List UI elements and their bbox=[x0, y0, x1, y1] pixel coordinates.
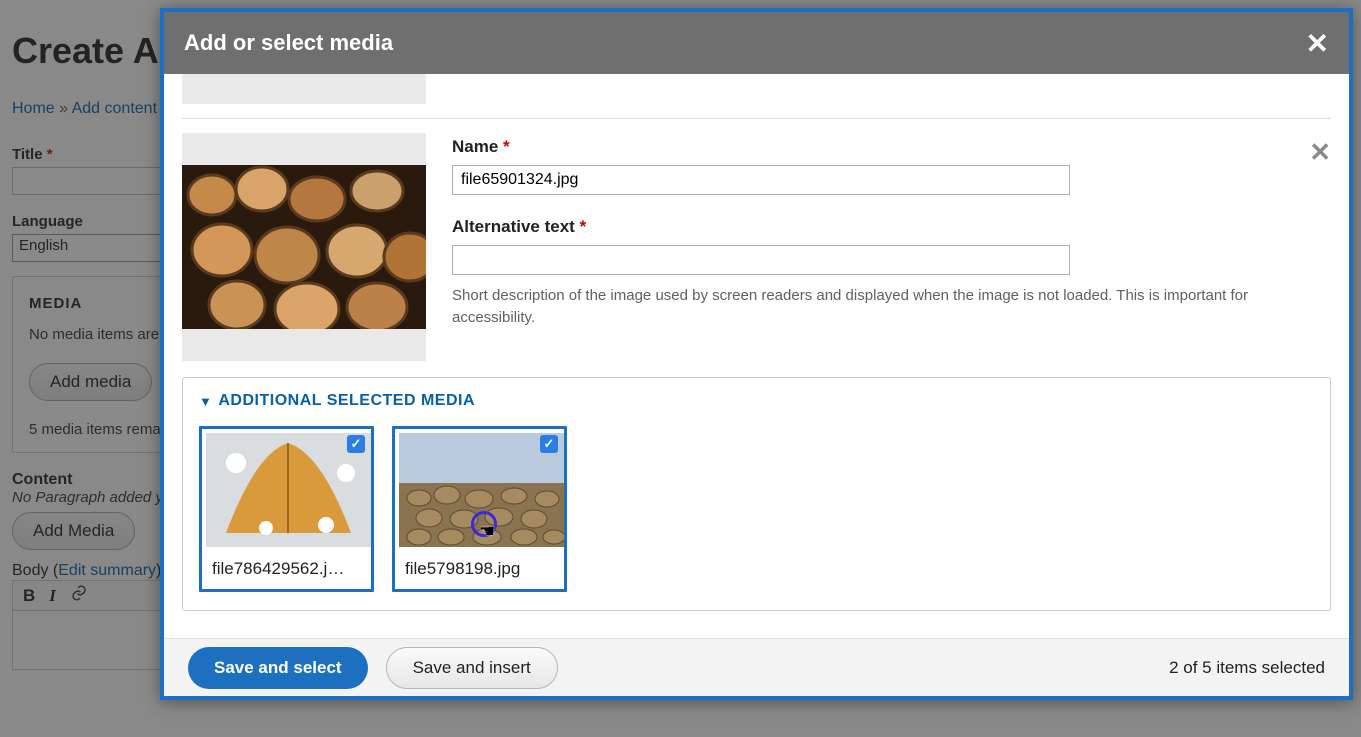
save-and-select-button[interactable]: Save and select bbox=[188, 647, 368, 689]
additional-selected-toggle[interactable]: ▼ ADDITIONAL SELECTED MEDIA bbox=[199, 392, 1314, 410]
firewood-image bbox=[182, 165, 426, 329]
name-input[interactable] bbox=[452, 165, 1070, 195]
alt-text-input[interactable] bbox=[452, 245, 1070, 275]
additional-selected-heading: ADDITIONAL SELECTED MEDIA bbox=[218, 392, 475, 410]
media-edit-row: Name * Alternative text * Short descript… bbox=[182, 133, 1331, 361]
modal-title: Add or select media bbox=[184, 30, 393, 56]
media-tile[interactable]: ✓ file786429562.j… bbox=[199, 426, 374, 592]
alt-text-label: Alternative text * bbox=[452, 217, 1291, 237]
modal-body: Name * Alternative text * Short descript… bbox=[164, 74, 1349, 638]
fields-column: Name * Alternative text * Short descript… bbox=[452, 133, 1331, 361]
checkmark-icon: ✓ bbox=[347, 435, 365, 453]
additional-tiles: ✓ file786429562.j… bbox=[199, 426, 1314, 592]
media-tile-caption: file786429562.j… bbox=[202, 551, 371, 589]
media-tile[interactable]: ✓ file5798198.jpg bbox=[392, 426, 567, 592]
modal-header: Add or select media ✕ bbox=[164, 12, 1349, 74]
additional-selected-panel: ▼ ADDITIONAL SELECTED MEDIA ✓ file7864 bbox=[182, 377, 1331, 611]
alt-text-help: Short description of the image used by s… bbox=[452, 285, 1291, 329]
media-thumbnail bbox=[182, 133, 426, 361]
media-modal: Add or select media ✕ bbox=[160, 8, 1353, 700]
media-tile-caption: file5798198.jpg bbox=[395, 551, 564, 589]
previous-item-placeholder bbox=[182, 74, 426, 104]
save-and-insert-button[interactable]: Save and insert bbox=[386, 647, 558, 689]
close-icon[interactable]: ✕ bbox=[1306, 27, 1329, 60]
selection-status: 2 of 5 items selected bbox=[1169, 658, 1325, 678]
remove-media-icon[interactable]: ✕ bbox=[1309, 137, 1331, 168]
name-label: Name * bbox=[452, 137, 1291, 157]
modal-footer: Save and select Save and insert 2 of 5 i… bbox=[164, 638, 1349, 696]
checkmark-icon: ✓ bbox=[540, 435, 558, 453]
caret-down-icon: ▼ bbox=[199, 394, 212, 409]
divider bbox=[182, 118, 1331, 119]
